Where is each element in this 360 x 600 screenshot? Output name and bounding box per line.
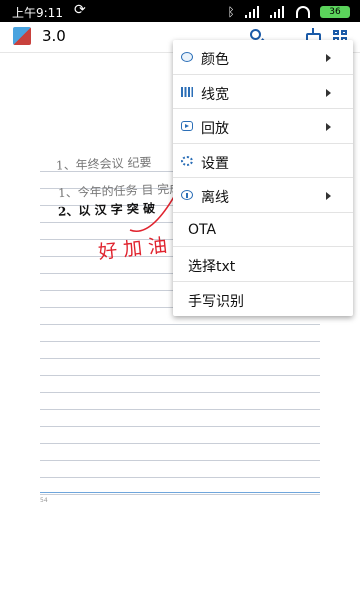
submenu-arrow-icon (326, 88, 331, 97)
menu-item-playback[interactable]: 回放 (173, 109, 353, 144)
page-number: 54 (40, 497, 48, 504)
status-bar: 上午9:11 ⟳ ᛒ 36 (0, 0, 360, 22)
playback-icon (181, 121, 193, 131)
menu-item-ota[interactable]: OTA (173, 213, 353, 247)
bluetooth-icon: ᛒ (227, 4, 235, 19)
app-title: 3.0 (42, 27, 66, 45)
handwriting-line-1: 1、年终会议 纪要 (55, 155, 152, 173)
menu-item-settings[interactable]: 设置 (173, 144, 353, 178)
menu-item-handwriting-recognition[interactable]: 手写识别 (173, 282, 353, 317)
line-width-icon (181, 86, 193, 97)
paper-bottom-line (40, 492, 320, 493)
menu-item-label: 离线 (201, 190, 229, 206)
submenu-arrow-icon (326, 54, 331, 62)
menu-item-select-txt[interactable]: 选择txt (173, 247, 353, 282)
submenu-arrow-icon (326, 123, 331, 131)
menu-item-offline[interactable]: 离线 (173, 178, 353, 213)
sync-icon: ⟳ (74, 2, 86, 18)
menu-item-line-width[interactable]: 线宽 (173, 75, 353, 109)
status-icons: ᛒ 36 (221, 4, 350, 19)
wifi-icon (296, 5, 311, 18)
offline-icon (181, 190, 193, 200)
menu-item-label: 颜色 (201, 52, 229, 68)
signal-icon-2 (270, 5, 286, 18)
menu-item-color[interactable]: 颜色 (173, 40, 353, 75)
status-time: 上午9:11 (12, 6, 63, 20)
battery-icon: 36 (320, 5, 350, 18)
red-ink-stroke (129, 194, 176, 232)
menu-item-label: 回放 (201, 121, 229, 137)
menu-item-label: 设置 (201, 155, 229, 172)
overflow-menu: 颜色 线宽 回放 设置 离线 OTA 选择txt 手写识别 (173, 40, 353, 316)
settings-icon (181, 155, 193, 166)
signal-icon (244, 5, 261, 18)
menu-item-label: OTA (188, 221, 217, 238)
submenu-arrow-icon (326, 192, 331, 200)
palette-icon (181, 52, 193, 62)
menu-item-label: 选择txt (188, 259, 236, 275)
menu-item-label: 手写识别 (188, 293, 244, 310)
app-logo-icon (13, 27, 31, 45)
menu-item-label: 线宽 (201, 86, 229, 103)
